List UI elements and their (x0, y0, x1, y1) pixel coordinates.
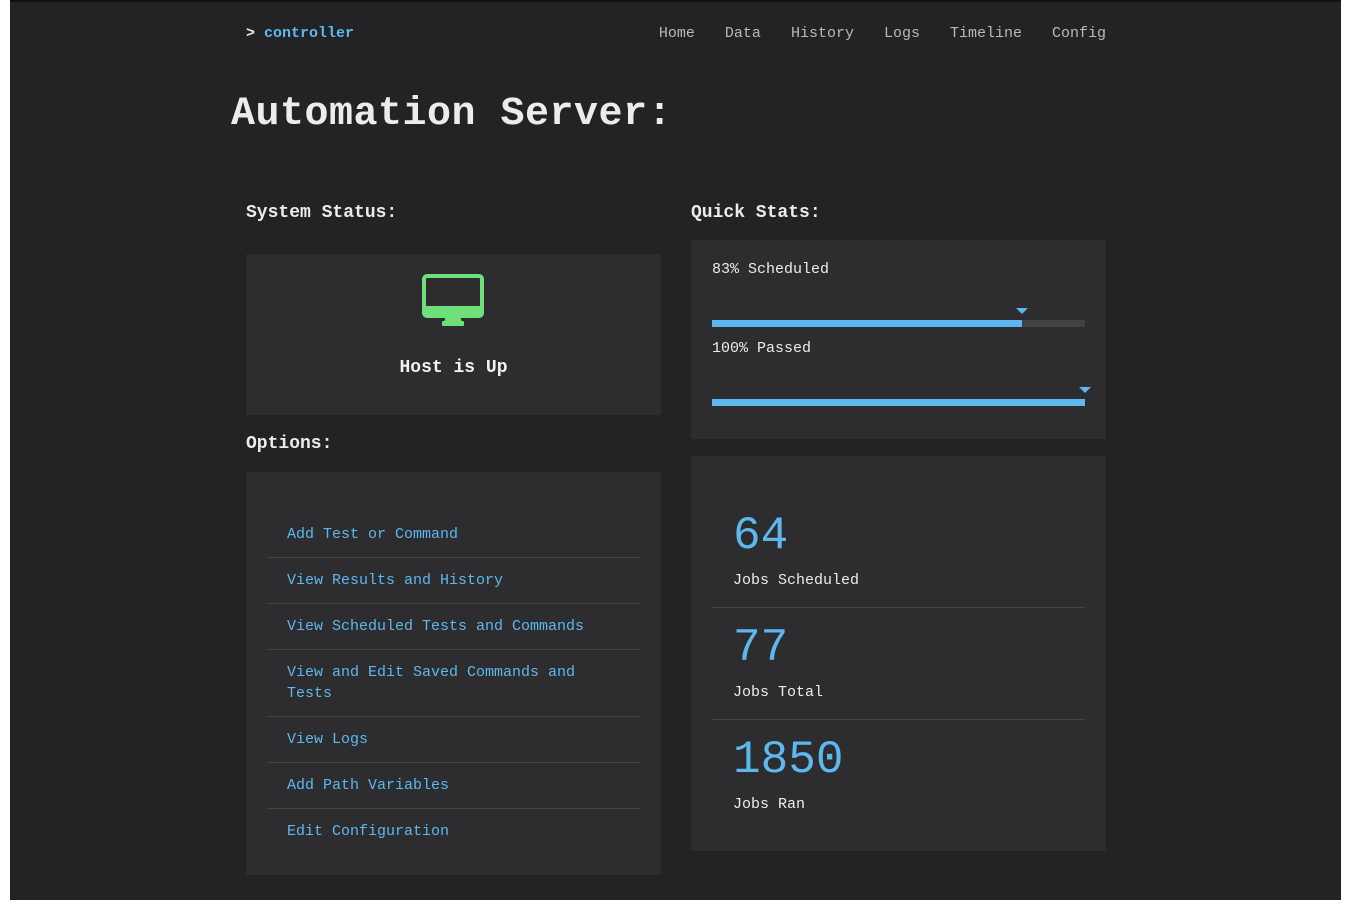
system-status-panel: Host is Up (246, 254, 661, 415)
option-view-scheduled[interactable]: View Scheduled Tests and Commands (267, 604, 640, 650)
host-status-text: Host is Up (399, 358, 508, 378)
options-heading: Options: (246, 434, 333, 454)
jobs-ran-stat: 1850 Jobs Ran (712, 734, 1085, 831)
passed-progress-bar (712, 387, 1091, 406)
passed-stat-label: 100% Passed (712, 340, 812, 357)
nav-link-home[interactable]: Home (659, 25, 695, 42)
scheduled-progress-bar (712, 308, 1085, 327)
scheduled-progress-fill (712, 320, 1022, 327)
scheduled-stat-label: 83% Scheduled (712, 261, 830, 278)
jobs-ran-value: 1850 (733, 734, 844, 786)
options-panel: Add Test or Command View Results and His… (246, 472, 661, 875)
nav-link-logs[interactable]: Logs (884, 25, 920, 42)
option-edit-configuration[interactable]: Edit Configuration (267, 809, 640, 854)
brand-logo[interactable]: > controller (246, 25, 354, 42)
quick-stats-heading: Quick Stats: (691, 203, 821, 223)
app-window: > controller Home Data History Logs Time… (10, 0, 1341, 900)
option-add-test[interactable]: Add Test or Command (267, 512, 640, 558)
jobs-scheduled-value: 64 (733, 510, 789, 562)
job-counts-panel: 64 Jobs Scheduled 77 Jobs Total 1850 Job… (691, 456, 1106, 851)
option-edit-saved[interactable]: View and Edit Saved Commands and Tests (267, 650, 640, 717)
jobs-total-stat: 77 Jobs Total (712, 622, 1085, 720)
monitor-icon (422, 274, 484, 326)
nav-link-config[interactable]: Config (1052, 25, 1106, 42)
nav-link-data[interactable]: Data (725, 25, 761, 42)
system-status-heading: System Status: (246, 203, 398, 223)
jobs-scheduled-label: Jobs Scheduled (733, 572, 860, 589)
jobs-ran-label: Jobs Ran (733, 796, 806, 813)
nav-link-timeline[interactable]: Timeline (950, 25, 1022, 42)
brand-prefix: > (246, 25, 256, 42)
option-view-results[interactable]: View Results and History (267, 558, 640, 604)
passed-marker-icon (1079, 387, 1091, 393)
jobs-total-label: Jobs Total (733, 684, 824, 701)
jobs-total-value: 77 (733, 622, 789, 674)
option-add-path-variables[interactable]: Add Path Variables (267, 763, 640, 809)
option-view-logs[interactable]: View Logs (267, 717, 640, 763)
top-nav: > controller Home Data History Logs Time… (246, 25, 1106, 47)
quick-stats-panel: 83% Scheduled 100% Passed (691, 240, 1106, 439)
nav-link-history[interactable]: History (791, 25, 854, 42)
scheduled-marker-icon (1015, 308, 1028, 314)
jobs-scheduled-stat: 64 Jobs Scheduled (712, 510, 1085, 608)
passed-progress-fill (712, 399, 1085, 406)
page-title: Automation Server: (231, 92, 673, 137)
brand-name: controller (264, 25, 355, 42)
options-list: Add Test or Command View Results and His… (267, 512, 640, 854)
nav-links: Home Data History Logs Timeline Config (659, 25, 1106, 42)
